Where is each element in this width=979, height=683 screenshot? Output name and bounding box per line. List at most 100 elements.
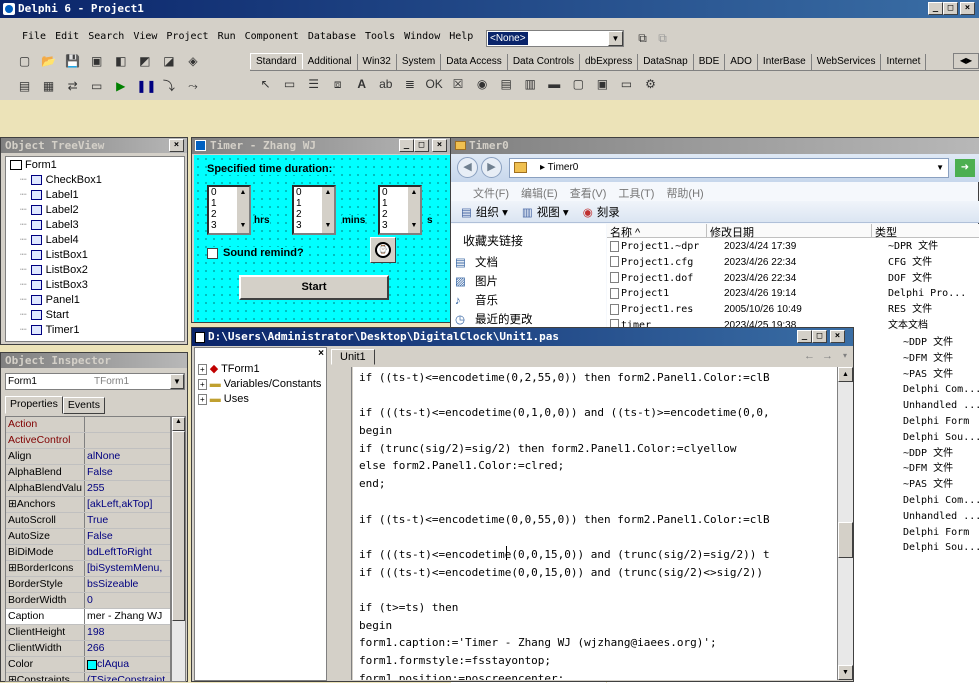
explorer-menu-help[interactable]: 帮助(H) <box>666 185 703 201</box>
inspector-row[interactable]: ClientWidth 266 <box>6 641 170 657</box>
inspector-row[interactable]: AlphaBlend False <box>6 465 170 481</box>
popupmenu-icon[interactable]: ⧈ <box>329 76 346 93</box>
menu-help[interactable]: Help <box>449 31 473 47</box>
checkbox-icon[interactable]: ☒ <box>450 76 467 93</box>
code-line[interactable]: if (trunc(sig/2)=sig/2) then form2.Panel… <box>359 440 837 458</box>
editor-title-bar[interactable]: D:\Users\Administrator\Desktop\DigitalCl… <box>192 328 853 346</box>
favorite-2[interactable]: ♪ 音乐 <box>455 292 533 311</box>
memo-icon[interactable]: ≣ <box>401 76 418 93</box>
code-line[interactable]: if (t>=ts) then <box>359 599 837 617</box>
inspector-object-select[interactable]: Form1 TForm1 ▼ <box>5 373 185 390</box>
file-row[interactable]: Project1.cfg 2023/4/26 22:34 CFG 文件 <box>607 255 979 271</box>
code-line[interactable] <box>359 493 837 511</box>
new-file-icon[interactable]: ▢ <box>16 53 33 70</box>
inspector-row[interactable]: AlphaBlendValu 255 <box>6 481 170 497</box>
timer-component[interactable]: ⌚ <box>370 237 396 263</box>
menu-search[interactable]: Search <box>88 31 124 47</box>
editor-maximize-button[interactable]: □ <box>812 330 827 343</box>
pointer-icon[interactable]: ↖ <box>257 76 274 93</box>
code-area[interactable]: if ((ts-t)<=encodetime(0,2,55,0)) then f… <box>353 367 837 680</box>
palette-tab-dbexpress[interactable]: dbExpress <box>580 54 639 70</box>
checkbox-box[interactable] <box>207 247 218 259</box>
tree-root-form1[interactable]: Form1 <box>6 158 184 173</box>
property-value[interactable]: mer - Zhang WJ <box>85 609 170 624</box>
start-button[interactable]: Start <box>239 275 389 300</box>
property-value[interactable]: [biSystemMenu, <box>85 561 170 576</box>
address-bar[interactable]: ▸ Timer0 ▼ <box>509 158 949 178</box>
tree-item-start[interactable]: ┈ Start <box>6 308 184 323</box>
menu-view[interactable]: View <box>133 31 157 47</box>
inspector-row[interactable]: BorderWidth 0 <box>6 593 170 609</box>
property-value[interactable]: 266 <box>85 641 170 656</box>
inspector-row[interactable]: Color clAqua <box>6 657 170 673</box>
property-value[interactable]: 0 <box>85 593 170 608</box>
col-type-header[interactable]: 类型 <box>872 224 979 239</box>
back-button[interactable]: ◀ <box>457 157 478 178</box>
property-value[interactable]: bdLeftToRight <box>85 545 170 560</box>
tab-events[interactable]: Events <box>62 397 105 414</box>
code-line[interactable]: form1.formstyle:=fsstayontop; <box>359 652 837 670</box>
tree-item-checkbox1[interactable]: ┈ CheckBox1 <box>6 173 184 188</box>
file-row[interactable]: Project1.dof 2023/4/26 22:34 DOF 文件 <box>607 271 979 287</box>
palette-tab-datasnap[interactable]: DataSnap <box>638 54 694 70</box>
explorer-menu-file[interactable]: 文件(F) <box>473 185 509 201</box>
nav-back-icon[interactable]: ← <box>804 350 815 362</box>
combobox-icon[interactable]: ▥ <box>522 76 539 93</box>
panel-icon[interactable]: ▭ <box>618 76 635 93</box>
code-line[interactable]: if (((ts-t)<=encodetime(0,1,0,0)) and ((… <box>359 404 837 422</box>
listbox-icon[interactable]: ▤ <box>498 76 515 93</box>
tree-item-listbox1[interactable]: ┈ ListBox1 <box>6 248 184 263</box>
inspector-scrollbar[interactable]: ▲ <box>171 416 186 682</box>
button-icon[interactable]: OK <box>425 76 442 93</box>
menu-tools[interactable]: Tools <box>365 31 395 47</box>
property-value[interactable] <box>85 433 170 448</box>
property-value[interactable]: True <box>85 513 170 528</box>
chevron-down-icon[interactable]: ▼ <box>170 374 184 389</box>
palette-tab-webservices[interactable]: WebServices <box>812 54 882 70</box>
inspector-row[interactable]: BorderStyle bsSizeable <box>6 577 170 593</box>
nav-forward-icon[interactable]: → <box>822 350 833 362</box>
label-icon[interactable]: A <box>353 76 370 93</box>
inspector-row[interactable]: Align alNone <box>6 449 170 465</box>
palette-tab-data-controls[interactable]: Data Controls <box>508 54 580 70</box>
chevron-down-icon[interactable]: ▼ <box>936 159 944 177</box>
code-line[interactable]: if (((ts-t)<=encodetime(0,0,15,0)) and (… <box>359 546 837 564</box>
burn-button[interactable]: 刻录 <box>597 204 620 220</box>
timer-form-title-bar[interactable]: Timer - Zhang WJ _ □ × <box>192 138 453 154</box>
tree-item-listbox2[interactable]: ┈ ListBox2 <box>6 263 184 278</box>
code-line[interactable]: if ((ts-t)<=encodetime(0,0,55,0)) then f… <box>359 511 837 529</box>
palette-tab-win32[interactable]: Win32 <box>358 54 397 70</box>
tree-item-label4[interactable]: ┈ Label4 <box>6 233 184 248</box>
close-button[interactable]: × <box>960 2 975 15</box>
editor-close-button[interactable]: × <box>830 330 845 343</box>
form-minimize-button[interactable]: _ <box>399 139 414 152</box>
tree-item-panel1[interactable]: ┈ Panel1 <box>6 293 184 308</box>
code-explorer-close-icon[interactable]: × <box>318 348 324 359</box>
maximize-button[interactable]: □ <box>943 2 958 15</box>
radiobutton-icon[interactable]: ◉ <box>474 76 491 93</box>
inspector-row[interactable]: AutoSize False <box>6 529 170 545</box>
property-value[interactable]: 255 <box>85 481 170 496</box>
file-row[interactable]: Project1 2023/4/26 19:14 Delphi Pro... <box>607 286 979 302</box>
palette-tab-standard[interactable]: Standard <box>250 53 303 69</box>
module-back-icon[interactable]: ⧉ <box>654 30 671 47</box>
module-icon[interactable]: ⧉ <box>634 30 651 47</box>
nav-dropdown-icon[interactable]: ▾ <box>843 351 847 360</box>
menu-component[interactable]: Component <box>245 31 299 47</box>
palette-tab-internet[interactable]: Internet <box>881 54 927 70</box>
inspector-row[interactable]: AutoScroll True <box>6 513 170 529</box>
tree-item-label2[interactable]: ┈ Label2 <box>6 203 184 218</box>
organize-button[interactable]: 组织 ▾ <box>476 204 508 220</box>
remove-from-project-icon[interactable]: ◪ <box>160 53 177 70</box>
code-explorer-variables[interactable]: + ▬ Variables/Constants <box>198 377 321 392</box>
code-line[interactable] <box>359 387 837 405</box>
property-value[interactable]: bsSizeable <box>85 577 170 592</box>
favorite-1[interactable]: ▨ 图片 <box>455 273 533 292</box>
code-line[interactable] <box>359 581 837 599</box>
inspector-row[interactable]: ClientHeight 198 <box>6 625 170 641</box>
trace-into-icon[interactable]: ⤵ <box>160 78 177 95</box>
inspector-row[interactable]: ActiveControl <box>6 433 170 449</box>
help-icon[interactable]: ◈ <box>184 53 201 70</box>
editor-vscrollbar[interactable]: ▲ ▼ <box>837 367 853 680</box>
menu-run[interactable]: Run <box>218 31 236 47</box>
